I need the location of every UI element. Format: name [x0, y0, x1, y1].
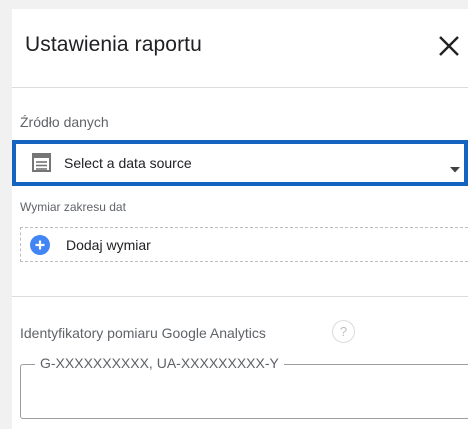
- date-range-dimension-label: Wymiar zakresu dat: [20, 200, 126, 214]
- header-divider: [12, 87, 468, 88]
- report-settings-panel: Ustawienia raportu Źródło danych Select …: [12, 9, 468, 429]
- data-source-select[interactable]: Select a data source: [12, 140, 468, 186]
- plus-circle-icon: [30, 235, 50, 255]
- panel-title: Ustawienia raportu: [25, 33, 202, 56]
- datasource-table-icon: [32, 153, 51, 172]
- add-dimension-label: Dodaj wymiar: [66, 237, 151, 253]
- help-icon[interactable]: ?: [332, 320, 355, 343]
- data-source-value: Select a data source: [64, 155, 192, 171]
- close-icon[interactable]: [436, 33, 462, 59]
- data-source-label: Źródło danych: [20, 114, 109, 130]
- panel-header: Ustawienia raportu: [12, 9, 468, 87]
- analytics-ids-field[interactable]: G-XXXXXXXXXX, UA-XXXXXXXXX-Y: [20, 355, 468, 419]
- add-dimension-button[interactable]: Dodaj wymiar: [20, 227, 468, 262]
- section-divider: [12, 296, 468, 297]
- chevron-down-icon: [450, 160, 460, 178]
- analytics-ids-label: Identyfikatory pomiaru Google Analytics: [20, 325, 266, 341]
- analytics-ids-placeholder: G-XXXXXXXXXX, UA-XXXXXXXXX-Y: [35, 355, 284, 371]
